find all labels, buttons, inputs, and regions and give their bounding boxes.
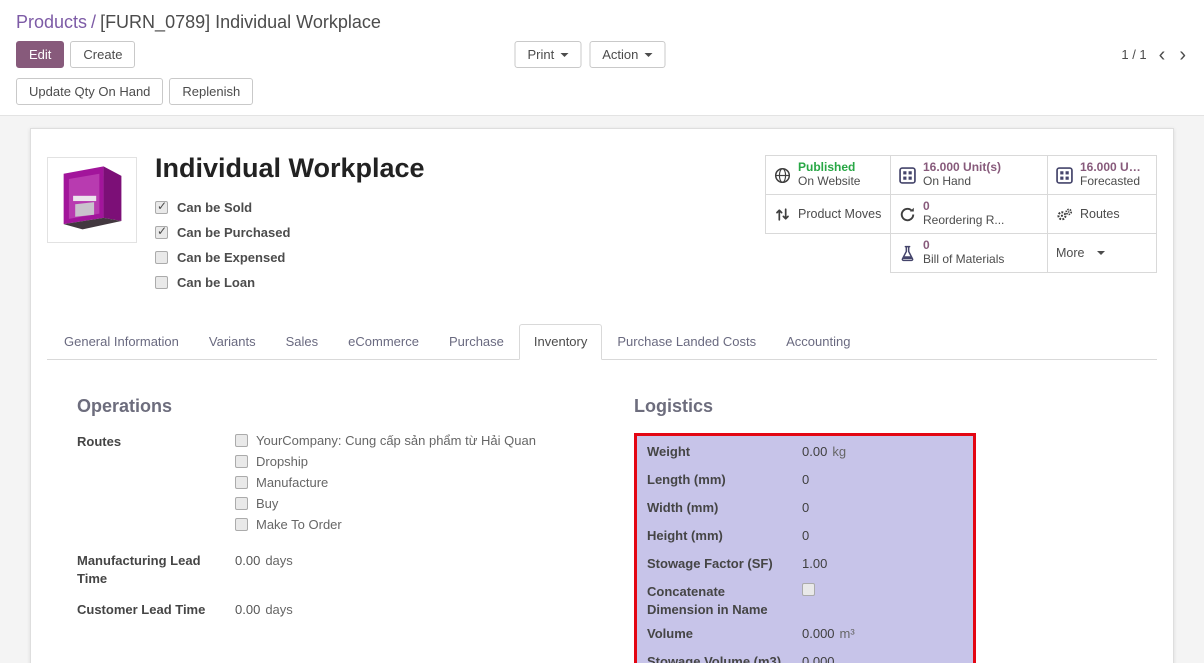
- field-width-mm: Width (mm) 0: [647, 499, 963, 520]
- reordering-value: 0: [923, 200, 1004, 214]
- building-icon: [1056, 167, 1073, 184]
- route-manufacture: Manufacture: [235, 475, 536, 490]
- flag-can-be-purchased: Can be Purchased: [155, 225, 765, 240]
- field-routes: Routes YourCompany: Cung cấp sản phẩm từ…: [77, 433, 588, 538]
- field-stowage-volume: Stowage Volume (m3) 0.000: [647, 653, 963, 663]
- stat-button-more[interactable]: More: [1047, 233, 1157, 273]
- flag-can-be-sold: Can be Sold: [155, 200, 765, 215]
- product-form-sheet: Individual Workplace Can be Sold Can be …: [30, 128, 1174, 663]
- route-dropship-checkbox[interactable]: [235, 455, 248, 468]
- route-yourcompany: YourCompany: Cung cấp sản phẩm từ Hải Qu…: [235, 433, 536, 448]
- can-be-purchased-checkbox[interactable]: [155, 226, 168, 239]
- field-length-mm: Length (mm) 0: [647, 471, 963, 492]
- tab-general-information[interactable]: General Information: [49, 324, 194, 360]
- stat-button-forecasted[interactable]: 16.000 Unit(s) Forecasted: [1047, 155, 1157, 195]
- field-customer-lead-time: Customer Lead Time 0.00days: [77, 601, 588, 621]
- pager-next-icon[interactable]: ›: [1177, 45, 1188, 65]
- stat-box-spacer: [765, 233, 890, 273]
- flag-can-be-expensed: Can be Expensed: [155, 250, 765, 265]
- field-height-mm: Height (mm) 0: [647, 527, 963, 548]
- stat-button-reordering-rules[interactable]: 0 Reordering R...: [890, 194, 1048, 234]
- field-weight: Weight 0.00kg: [647, 443, 963, 464]
- product-image: [47, 157, 137, 243]
- flag-can-be-loan: Can be Loan: [155, 275, 765, 290]
- route-buy: Buy: [235, 496, 536, 511]
- tab-sales[interactable]: Sales: [271, 324, 334, 360]
- page-title: Individual Workplace: [155, 153, 765, 184]
- logistics-title: Logistics: [634, 396, 1145, 417]
- chevron-down-icon: [560, 53, 568, 57]
- logistics-group: Logistics Weight 0.00kg Length (mm) 0 Wi…: [634, 396, 1145, 663]
- refresh-icon: [899, 206, 916, 223]
- secondary-buttons-row: Update Qty On Hand Replenish: [16, 78, 1188, 105]
- stat-button-on-hand[interactable]: 16.000 Unit(s) On Hand: [890, 155, 1048, 195]
- tab-variants[interactable]: Variants: [194, 324, 271, 360]
- tab-accounting[interactable]: Accounting: [771, 324, 865, 360]
- replenish-button[interactable]: Replenish: [169, 78, 253, 105]
- gears-icon: [1056, 206, 1073, 223]
- flask-icon: [899, 245, 916, 262]
- website-status-value: Published: [798, 161, 860, 175]
- building-icon: [899, 167, 916, 184]
- on-hand-value: 16.000 Unit(s): [923, 161, 1001, 175]
- logistics-highlighted-region: Weight 0.00kg Length (mm) 0 Width (mm) 0…: [634, 433, 976, 663]
- globe-icon: [774, 167, 791, 184]
- can-be-loan-checkbox[interactable]: [155, 276, 168, 289]
- stat-button-bill-of-materials[interactable]: 0 Bill of Materials: [890, 233, 1048, 273]
- route-make-to-order-checkbox[interactable]: [235, 518, 248, 531]
- pager-previous-icon[interactable]: ‹: [1157, 45, 1168, 65]
- field-volume: Volume 0.000m³: [647, 625, 963, 646]
- notebook-tabs: General Information Variants Sales eComm…: [47, 324, 1157, 360]
- tab-ecommerce[interactable]: eCommerce: [333, 324, 434, 360]
- route-yourcompany-checkbox[interactable]: [235, 434, 248, 447]
- field-manufacturing-lead-time: Manufacturing Lead Time 0.00days: [77, 552, 588, 587]
- bom-value: 0: [923, 239, 1004, 253]
- print-dropdown-button[interactable]: Print: [514, 41, 581, 68]
- stat-button-product-moves[interactable]: Product Moves: [765, 194, 891, 234]
- forecasted-value: 16.000 Unit(s): [1080, 161, 1148, 175]
- control-panel: Products/[FURN_0789] Individual Workplac…: [0, 0, 1204, 116]
- route-make-to-order: Make To Order: [235, 517, 536, 532]
- create-button[interactable]: Create: [70, 41, 135, 68]
- operations-title: Operations: [77, 396, 588, 417]
- tab-purchase-landed-costs[interactable]: Purchase Landed Costs: [602, 324, 771, 360]
- concatenate-dimension-checkbox[interactable]: [802, 583, 815, 596]
- chevron-down-icon: [644, 53, 652, 57]
- breadcrumb-current: [FURN_0789] Individual Workplace: [100, 12, 381, 32]
- tab-purchase[interactable]: Purchase: [434, 324, 519, 360]
- edit-button[interactable]: Edit: [16, 41, 64, 68]
- breadcrumb: Products/[FURN_0789] Individual Workplac…: [16, 6, 1188, 41]
- pager-count: 1 / 1: [1121, 47, 1146, 62]
- stat-button-routes[interactable]: Routes: [1047, 194, 1157, 234]
- breadcrumb-separator: /: [91, 12, 96, 32]
- stat-button-website[interactable]: Published On Website: [765, 155, 891, 195]
- product-image-graphic: [48, 158, 136, 242]
- arrows-up-down-icon: [774, 206, 791, 223]
- action-dropdown-button[interactable]: Action: [589, 41, 665, 68]
- can-be-expensed-checkbox[interactable]: [155, 251, 168, 264]
- breadcrumb-products-link[interactable]: Products: [16, 12, 87, 32]
- route-manufacture-checkbox[interactable]: [235, 476, 248, 489]
- stat-button-box: Published On Website 16.000 Unit(s) On H…: [765, 155, 1157, 273]
- route-buy-checkbox[interactable]: [235, 497, 248, 510]
- chevron-down-icon: [1097, 251, 1105, 255]
- field-concatenate-dimension: Concatenate Dimension in Name: [647, 583, 963, 618]
- field-stowage-factor: Stowage Factor (SF) 1.00: [647, 555, 963, 576]
- update-qty-on-hand-button[interactable]: Update Qty On Hand: [16, 78, 163, 105]
- can-be-sold-checkbox[interactable]: [155, 201, 168, 214]
- tab-inventory[interactable]: Inventory: [519, 324, 602, 360]
- control-panel-buttons-row: Edit Create Print Action 1 / 1 ‹ ›: [16, 41, 1188, 68]
- content-area: Individual Workplace Can be Sold Can be …: [0, 116, 1204, 663]
- operations-group: Operations Routes YourCompany: Cung cấp …: [77, 396, 588, 663]
- route-dropship: Dropship: [235, 454, 536, 469]
